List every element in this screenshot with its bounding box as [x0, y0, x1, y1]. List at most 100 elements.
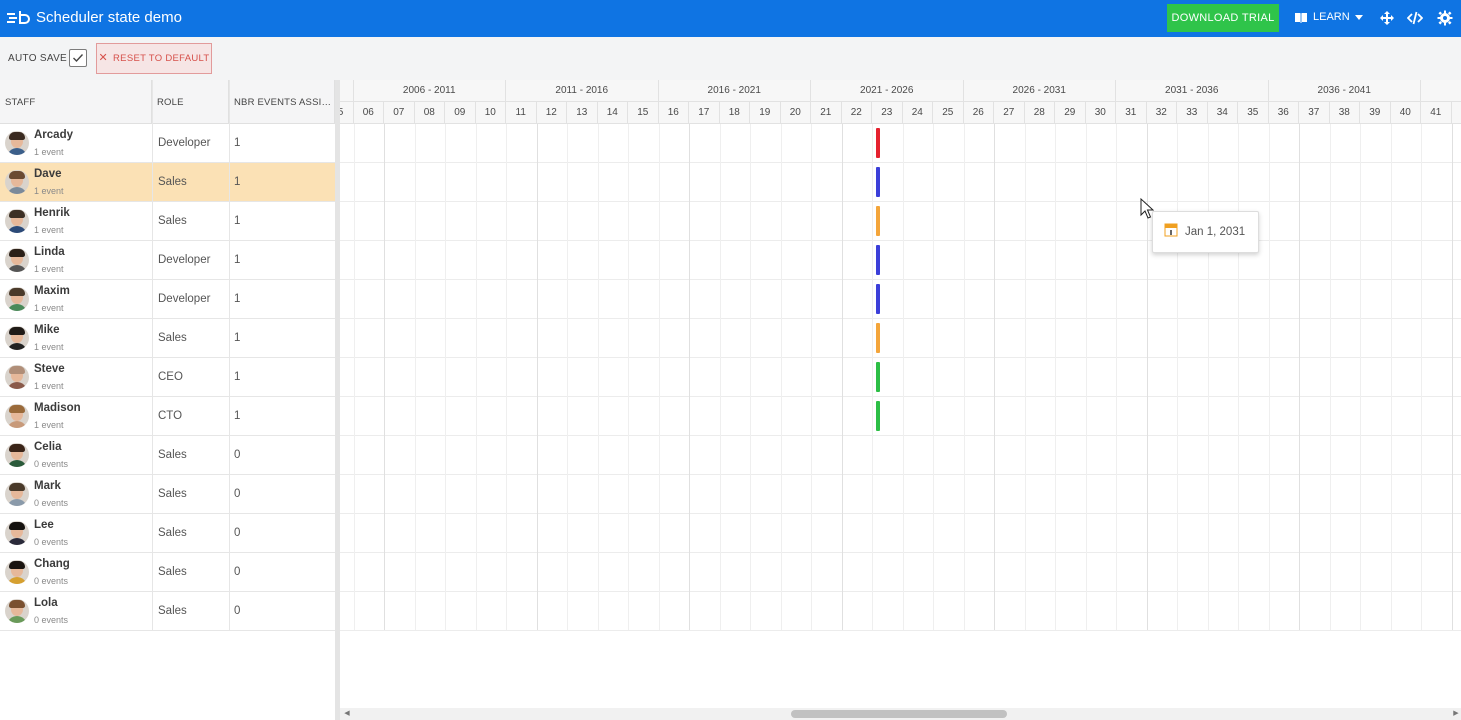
role-cell: Sales	[158, 449, 187, 461]
calendar-icon	[1164, 223, 1178, 237]
timeline-year-label: 39	[1360, 102, 1391, 123]
table-row[interactable]: Maxim 1 event Developer 1	[0, 280, 335, 319]
staff-name: Dave	[34, 168, 62, 180]
event-bar[interactable]	[876, 206, 880, 236]
staff-event-count: 0 events	[34, 576, 69, 586]
timeline-year-label: 24	[903, 102, 933, 123]
timeline-column-line	[353, 124, 355, 630]
toolbar	[0, 37, 1461, 80]
timeline-year-label: 36	[1269, 102, 1299, 123]
event-bar[interactable]	[876, 362, 880, 392]
event-bar[interactable]	[876, 128, 880, 158]
table-row[interactable]: Lee 0 events Sales 0	[0, 514, 335, 553]
timeline-year-label: 11	[506, 102, 537, 123]
timeline-column-line	[1116, 124, 1117, 630]
role-cell: Developer	[158, 254, 211, 266]
staff-name: Lola	[34, 597, 58, 609]
avatar	[5, 599, 29, 623]
table-row[interactable]: Celia 0 events Sales 0	[0, 436, 335, 475]
avatar	[5, 521, 29, 545]
timeline-column-line	[445, 124, 446, 630]
timeline-column-line	[811, 124, 812, 630]
table-row[interactable]: Mark 0 events Sales 0	[0, 475, 335, 514]
table-row[interactable]: Steve 1 event CEO 1	[0, 358, 335, 397]
scroll-right-icon[interactable]: ▶	[1451, 708, 1461, 720]
events-count-cell: 1	[234, 137, 241, 149]
table-row[interactable]: Arcady 1 event Developer 1	[0, 124, 335, 163]
table-row[interactable]: Lola 0 events Sales 0	[0, 592, 335, 631]
timeline-year-label: 08	[415, 102, 445, 123]
staff-event-count: 0 events	[34, 615, 69, 625]
timeline-row-line	[340, 513, 1461, 514]
table-row[interactable]: Dave 1 event Sales 1	[0, 163, 335, 202]
staff-name: Arcady	[34, 129, 73, 141]
timeline-year-label: 37	[1299, 102, 1330, 123]
learn-menu-button[interactable]: LEARN	[1294, 11, 1363, 23]
events-count-cell: 1	[234, 215, 241, 227]
staff-name: Mark	[34, 480, 61, 492]
staff-event-count: 1 event	[34, 147, 64, 157]
table-row[interactable]: Mike 1 event Sales 1	[0, 319, 335, 358]
staff-name: Henrik	[34, 207, 70, 219]
timeline-column-line	[750, 124, 751, 630]
timeline-column-line	[1024, 124, 1026, 630]
code-icon[interactable]	[1407, 10, 1423, 26]
event-bar[interactable]	[876, 401, 880, 431]
move-icon[interactable]	[1379, 10, 1395, 26]
avatar	[5, 482, 29, 506]
timeline-column-line	[536, 124, 538, 630]
timeline-row-line	[340, 318, 1461, 319]
column-header-role[interactable]: ROLE	[152, 80, 229, 124]
role-cell: Sales	[158, 215, 187, 227]
scroll-left-icon[interactable]: ◀	[342, 708, 352, 720]
events-count-cell: 1	[234, 254, 241, 266]
staff-event-count: 1 event	[34, 381, 64, 391]
timeline-row-line	[340, 240, 1461, 241]
role-cell: Sales	[158, 527, 187, 539]
timeline-column-line	[414, 124, 416, 630]
gear-icon[interactable]	[1437, 10, 1453, 26]
timeline-column-line	[933, 124, 934, 630]
timeline-year-label: 10	[476, 102, 506, 123]
event-bar[interactable]	[876, 245, 880, 275]
avatar	[5, 404, 29, 428]
timeline-year-label: 40	[1391, 102, 1421, 123]
column-header-events[interactable]: NBR EVENTS ASSIGNED	[229, 80, 335, 124]
app-title: Scheduler state demo	[36, 9, 182, 26]
table-row[interactable]: Linda 1 event Developer 1	[0, 241, 335, 280]
timeline-column-line	[1055, 124, 1056, 630]
auto-save-checkbox[interactable]	[69, 49, 87, 67]
scrollbar-thumb[interactable]	[791, 710, 1007, 718]
staff-name: Linda	[34, 246, 65, 258]
timeline-column-line	[384, 124, 385, 630]
timeline-year-label: 29	[1055, 102, 1086, 123]
events-count-cell: 0	[234, 605, 241, 617]
timeline-period-label: 2036 - 2041	[1269, 80, 1421, 101]
learn-label: LEARN	[1313, 11, 1350, 23]
timeline-year-label: 38	[1330, 102, 1360, 123]
table-row[interactable]: Chang 0 events Sales 0	[0, 553, 335, 592]
role-cell: Developer	[158, 137, 211, 149]
table-row[interactable]: Henrik 1 event Sales 1	[0, 202, 335, 241]
timeline-column-line	[689, 124, 690, 630]
event-bar[interactable]	[876, 284, 880, 314]
bryntum-logo[interactable]	[7, 9, 33, 27]
timeline-year-label: 22	[842, 102, 872, 123]
timeline-column-line	[780, 124, 782, 630]
table-row[interactable]: Madison 1 event CTO 1	[0, 397, 335, 436]
timeline-body[interactable]	[340, 124, 1461, 708]
events-count-cell: 0	[234, 527, 241, 539]
timeline-year-label: 28	[1025, 102, 1055, 123]
event-bar[interactable]	[876, 167, 880, 197]
events-count-cell: 1	[234, 410, 241, 422]
timeline-year-label: 14	[598, 102, 628, 123]
auto-save-label: AUTO SAVE	[8, 53, 68, 64]
reset-to-default-button[interactable]: ✕ RESET TO DEFAULT	[96, 43, 212, 74]
timeline-year-label: 05	[340, 102, 354, 123]
staff-name: Lee	[34, 519, 54, 531]
avatar	[5, 560, 29, 584]
download-trial-button[interactable]: DOWNLOAD TRIAL	[1167, 4, 1279, 32]
column-header-staff[interactable]: STAFF	[0, 80, 152, 124]
timeline-year-label: 34	[1208, 102, 1238, 123]
event-bar[interactable]	[876, 323, 880, 353]
